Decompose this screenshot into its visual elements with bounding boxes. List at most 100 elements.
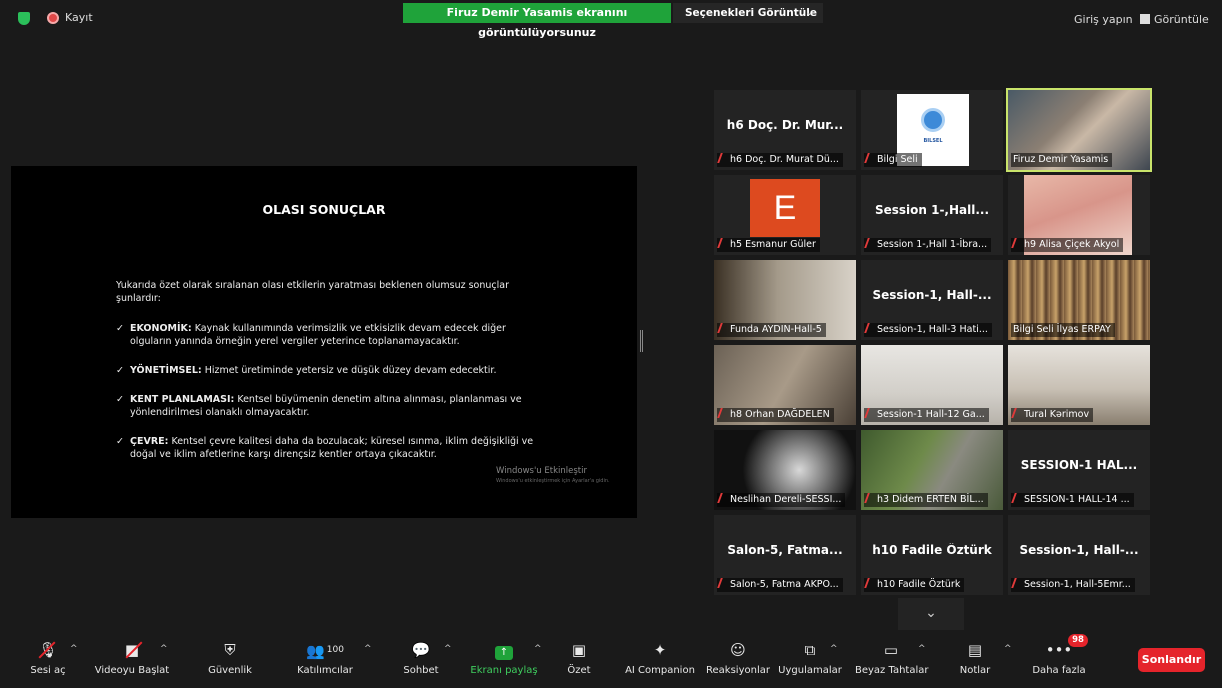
chevron-down-icon: ⌄ [925,605,937,621]
participants-options-caret[interactable]: ^ [364,636,376,682]
record-label[interactable]: Kayıt [65,11,93,24]
view-options-button[interactable]: Seçenekleri Görüntüle ⌄ [673,3,823,23]
video-tile[interactable]: h9 Alisa Çiçek Akyol [1008,175,1150,255]
notes-button[interactable]: ▤ Notlar [955,636,995,682]
activation-watermark-sub: Windows'u etkinleştirmek için Ayarlar'a … [496,478,610,484]
mic-off-icon [717,408,729,418]
video-tile[interactable]: Session-1 Hall-12 Ga... [861,345,1003,425]
bullet-head: KENT PLANLAMASI: [130,394,235,405]
bullet-item: ✓ EKONOMİK: Kaynak kullanımında verimsizl… [116,322,536,348]
shield-icon[interactable] [18,12,30,25]
video-options-caret[interactable]: ^ [160,636,172,682]
gallery-next-page-button[interactable]: ⌄ [898,598,964,630]
tile-name: Session-1, Hall-... [872,288,992,302]
globe-icon [921,108,945,132]
check-icon: ✓ [116,436,124,447]
mic-off-icon [864,153,876,163]
unmute-button[interactable]: 🎙 Sesi aç [26,636,70,682]
notes-icon: ▤ [967,641,983,659]
tile-name: h6 Doç. Dr. Mur... [726,118,844,132]
video-tile[interactable]: Session 1-,Hall... Session 1-,Hall 1-İbr… [861,175,1003,255]
chevron-down-icon: ⌄ [805,8,813,18]
video-tile[interactable]: h6 Doç. Dr. Mur... h6 Doç. Dr. Murat Dü.… [714,90,856,170]
share-options-caret[interactable]: ^ [534,636,546,682]
tile-name: Session 1-,Hall... [874,203,990,217]
caret-up-icon: ^ [918,644,926,654]
video-tile[interactable]: Session-1, Hall-... Session-1, Hall-3 Ha… [861,260,1003,340]
reactions-button[interactable]: ☺ Reaksiyonlar [706,636,770,682]
tile-caption: h10 Fadile Öztürk [864,578,965,592]
video-tile[interactable]: Funda AYDIN-Hall-5 [714,260,856,340]
video-tile[interactable]: E h5 Esmanur Güler [714,175,856,255]
caret-up-icon: ^ [1004,644,1012,654]
end-meeting-button[interactable]: Sonlandır [1138,648,1205,672]
whiteboards-button[interactable]: ▭ Beyaz Tahtalar [855,636,929,682]
apps-options-caret[interactable]: ^ [830,636,842,682]
mic-off-icon [864,408,876,418]
video-tile[interactable]: Salon-5, Fatma... Salon-5, Fatma AKPO... [714,515,856,595]
tile-caption: Funda AYDIN-Hall-5 [717,323,826,337]
mic-off-icon [717,493,729,503]
view-button[interactable]: Görüntüle [1140,13,1209,26]
bullet-item: ✓ ÇEVRE: Kentsel çevre kalitesi daha da b… [116,435,536,461]
video-tile-active-speaker[interactable]: Firuz Demir Yasamis [1006,88,1152,172]
record-icon[interactable] [47,12,59,24]
whiteboard-options-caret[interactable]: ^ [918,636,930,682]
view-options-label: Seçenekleri Görüntüle [685,7,817,19]
mic-off-icon [1011,408,1023,418]
tile-caption: h6 Doç. Dr. Murat Dü... [717,153,843,167]
tile-caption: h9 Alisa Çiçek Akyol [1011,238,1124,252]
participants-button[interactable]: 👥 100 Katılımcılar [292,636,358,682]
caret-up-icon: ^ [70,644,78,654]
notes-label: Notlar [959,665,991,676]
chat-button[interactable]: 💬 Sohbet [398,636,444,682]
splitter-handle[interactable] [640,330,643,352]
tile-caption: SESSION-1 HALL-14 ... [1011,493,1134,507]
video-tile[interactable]: h3 Didem ERTEN BİL... [861,430,1003,510]
audio-options-caret[interactable]: ^ [70,636,82,682]
tile-caption: h5 Esmanur Güler [717,238,820,252]
chat-label: Sohbet [403,665,439,676]
tile-caption: Session-1, Hall-5Emr... [1011,578,1135,592]
activation-watermark: Windows'u Etkinleştir [496,466,587,476]
video-tile[interactable]: SESSION-1 HAL... SESSION-1 HALL-14 ... [1008,430,1150,510]
more-button[interactable]: ••• 98 Daha fazla [1030,634,1088,682]
video-tile[interactable]: Session-1, Hall-... Session-1, Hall-5Emr… [1008,515,1150,595]
slide-bullets: ✓ EKONOMİK: Kaynak kullanımında verimsizl… [116,322,536,477]
video-tile[interactable]: h10 Fadile Öztürk h10 Fadile Öztürk [861,515,1003,595]
whiteboards-label: Beyaz Tahtalar [855,665,929,676]
notes-options-caret[interactable]: ^ [1004,636,1016,682]
share-screen-button[interactable]: ↑ Ekranı paylaş [470,636,538,682]
video-tile[interactable]: Bilgi Seli İlyas ERPAY [1008,260,1150,340]
mic-muted-icon: 🎙 [38,641,58,659]
video-tile[interactable]: BILSEL Bilgi Seli [861,90,1003,170]
chat-options-caret[interactable]: ^ [444,636,456,682]
summary-label: Özet [567,665,591,676]
emoji-icon: ☺ [730,641,746,659]
participant-count: 100 [326,645,344,655]
mic-off-icon [717,153,729,163]
tile-caption: h8 Orhan DAĞDELEN [717,408,834,422]
bullet-item: ✓ YÖNETİMSEL: Hizmet üretiminde yetersiz … [116,364,536,377]
grid-icon [1140,14,1150,24]
summary-button[interactable]: ▣ Özet [564,636,594,682]
bullet-head: ÇEVRE: [130,436,169,447]
bullet-text: Hizmet üretiminde yetersiz ve düşük düze… [201,365,497,376]
shield-icon: ⛨ [224,641,236,659]
mic-off-icon [864,493,876,503]
video-tile[interactable]: Tural Kərimov [1008,345,1150,425]
sign-in-link[interactable]: Giriş yapın [1074,13,1133,26]
bullet-head: EKONOMİK: [130,323,192,334]
tile-name: Salon-5, Fatma... [727,543,843,557]
ai-companion-button[interactable]: ✦ AI Companion [622,636,698,682]
mic-off-icon [864,323,876,333]
video-tile[interactable]: Neslihan Dereli-SESSI... [714,430,856,510]
tile-caption: Session-1, Hall-3 Hati... [864,323,992,337]
tile-caption: Bilgi Seli İlyas ERPAY [1011,323,1115,337]
tile-caption: Bilgi Seli [864,153,922,167]
tile-name: h10 Fadile Öztürk [872,543,992,557]
security-button[interactable]: ⛨ Güvenlik [205,636,255,682]
mic-off-icon [1011,493,1023,503]
mic-off-icon [864,578,876,588]
video-tile[interactable]: h8 Orhan DAĞDELEN [714,345,856,425]
